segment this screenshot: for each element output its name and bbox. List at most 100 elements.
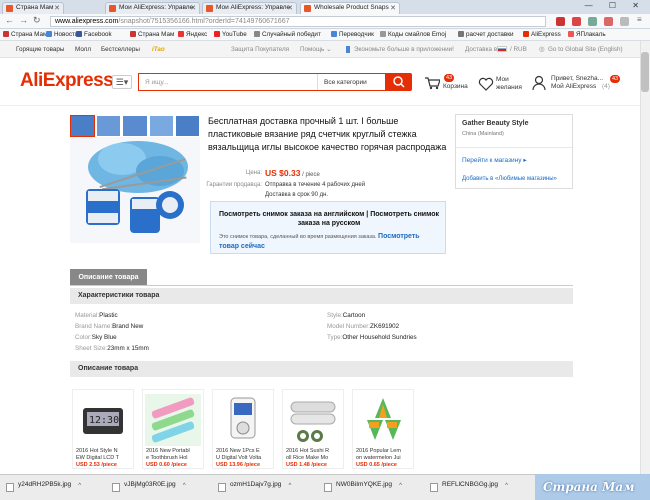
youtube-icon	[214, 31, 220, 37]
forward-arrow-icon[interactable]: →	[19, 15, 28, 25]
bookmark-item[interactable]: Переводчик	[331, 31, 374, 38]
window-controls[interactable]: — ☐ ✕	[585, 1, 646, 10]
go-to-store-link[interactable]: Перейти к магазину ▸	[462, 156, 527, 164]
nav-global-site[interactable]: Go to Global Site (English)	[548, 46, 623, 53]
chevron-up-icon[interactable]: ^	[399, 483, 402, 489]
guarantee-line-1: Отправка в течение 4 рабочих дней	[265, 182, 366, 188]
bookmark-icon	[130, 31, 136, 37]
aliexpress-logo[interactable]: AliExpress	[20, 70, 114, 92]
nav-delivery[interactable]: Доставка в	[465, 46, 497, 53]
aliexpress-favicon-icon	[206, 5, 213, 12]
chevron-up-icon[interactable]: ^	[505, 483, 508, 489]
bookmark-item[interactable]: Яндекс	[178, 31, 207, 38]
related-product-card[interactable]: 2016 Popular Lem on watermelon Jui USD 0.6…	[352, 389, 414, 469]
tab-description[interactable]: Описание товара	[70, 269, 147, 286]
chevron-up-icon[interactable]: ^	[78, 483, 81, 489]
category-menu-button[interactable]: ☰▾	[112, 75, 132, 89]
browser-tab-active[interactable]: Wholesale Product Snaps ✕	[300, 2, 400, 14]
heart-icon	[478, 77, 494, 91]
download-item[interactable]: y24dRH2PB5k.jpg ^	[6, 481, 81, 495]
nav-hot-items[interactable]: Горящие товары	[16, 46, 64, 53]
image-file-icon	[6, 483, 14, 492]
account-count: (4)	[602, 83, 610, 90]
attr-color: Color:Sky Blue	[75, 334, 117, 341]
nav-app[interactable]: Экономьте больше в приложении!	[354, 46, 454, 53]
bookmark-item[interactable]: AliExpress	[523, 31, 561, 38]
bookmark-icon	[254, 31, 260, 37]
bookmark-item[interactable]: Facebook	[76, 31, 112, 38]
snapshot-notice: Посмотреть снимок заказа на английском |…	[210, 201, 446, 254]
user-icon	[532, 75, 546, 91]
back-arrow-icon[interactable]: ←	[5, 15, 14, 25]
thumbnail[interactable]	[96, 115, 122, 137]
product-thumbnail-power-meter	[230, 397, 256, 439]
bookmark-item[interactable]: Случайный победит	[254, 31, 321, 38]
download-item[interactable]: vJBjMg03R0E.jpg ^	[112, 481, 186, 495]
chevron-up-icon[interactable]: ^	[183, 483, 186, 489]
price-row: US $0.33 / piece	[265, 168, 320, 178]
bookmark-item[interactable]: ЯПлакаль	[568, 31, 606, 38]
related-product-card[interactable]: 2016 Hot Sushi Roll Rice Make Mo USD 1.48…	[282, 389, 344, 469]
store-name[interactable]: Gather Beauty Style	[462, 120, 529, 127]
description-section-title: Описание товара	[70, 361, 573, 377]
reload-icon[interactable]: ↻	[33, 15, 41, 26]
svg-text:12:30: 12:30	[89, 415, 119, 426]
nav-mall[interactable]: Молл	[75, 46, 91, 53]
related-product-card[interactable]: 2016 New 1Pcs EU Digital Volt Volta USD 1…	[212, 389, 274, 469]
attr-size: Sheet Size:23mm x 15mm	[75, 345, 149, 352]
nav-itao[interactable]: iTao	[152, 46, 165, 53]
bookmark-item[interactable]: Страна Мам	[130, 31, 174, 38]
chevron-up-icon[interactable]: ^	[288, 483, 291, 489]
thumbnail[interactable]	[122, 115, 148, 137]
site-header: AliExpress ☰▾ Я ищу... Все категории 43 …	[0, 58, 640, 106]
download-item[interactable]: ozmH1Dajv7g.jpg ^	[218, 481, 291, 495]
browser-menu-icon[interactable]: ≡	[637, 15, 642, 24]
bookmark-icon	[3, 31, 9, 37]
download-item[interactable]: REFLlCNBGGg.jpg ^	[430, 481, 508, 495]
extension-icon[interactable]	[604, 17, 613, 26]
snapshot-language-links[interactable]: Посмотреть снимок заказа на английском |…	[211, 210, 447, 228]
aliexpress-favicon-icon	[523, 31, 529, 37]
guarantee-label: Гарантии продавца:	[206, 182, 262, 188]
site-top-nav: Горящие товары Молл Бестселлеры iTao Защ…	[0, 41, 640, 58]
snapshot-note: Это снимок товара, сделанный во время ра…	[219, 233, 420, 250]
thumbnail[interactable]	[174, 115, 201, 137]
related-product-card[interactable]: 2016 New Portabl e Toothbrush Hol USD 0.60…	[142, 389, 204, 469]
bookmarks-bar: Страна Мам Новости Facebook Страна Мам Я…	[0, 29, 650, 41]
extension-icon[interactable]	[620, 17, 629, 26]
adblock-icon[interactable]	[572, 17, 581, 26]
search-button[interactable]	[386, 73, 412, 91]
nav-help[interactable]: Помощь ⌄	[300, 46, 331, 53]
related-product-card[interactable]: 12:30 2016 Hot Style N EW Digital LCD T US…	[72, 389, 134, 469]
site-favicon-icon	[6, 5, 13, 12]
browser-tab[interactable]: Мои AliExpress: Управле ✕	[202, 2, 297, 14]
add-favorite-store-link[interactable]: Добавить в «Любимые магазины»	[462, 176, 557, 182]
download-item[interactable]: NW0BiImYQKE.jpg ^	[324, 481, 402, 495]
image-file-icon	[430, 483, 438, 492]
category-select[interactable]: Все категории	[317, 74, 387, 90]
bookmark-item[interactable]: Коды смайлов Emoj	[380, 31, 446, 38]
nav-currency[interactable]: / RUB	[510, 46, 527, 53]
browser-tab[interactable]: Страна Мам ✕	[2, 2, 64, 14]
bookmark-item[interactable]: Новости	[46, 31, 78, 38]
bookmark-item[interactable]: расчет доставки	[458, 31, 514, 38]
nav-buyer-protection[interactable]: Защита Покупателя	[231, 46, 289, 53]
thumbnail[interactable]	[148, 115, 174, 137]
image-file-icon	[112, 483, 120, 492]
search-input[interactable]: Я ищу... Все категории	[138, 73, 386, 91]
close-tab-icon[interactable]: ✕	[287, 4, 293, 12]
close-tab-icon[interactable]: ✕	[390, 4, 396, 12]
extension-icon[interactable]	[588, 17, 597, 26]
nav-bestsellers[interactable]: Бестселлеры	[101, 46, 140, 53]
browser-tab[interactable]: Мои AliExpress: Управле ✕	[105, 2, 200, 14]
page-scrollbar[interactable]	[640, 41, 650, 474]
bookmark-item[interactable]: YouTube	[214, 31, 247, 38]
url-input[interactable]: www.aliexpress.com/snapshot/7515356166.h…	[50, 16, 546, 27]
close-tab-icon[interactable]: ✕	[190, 4, 196, 12]
bookmark-item[interactable]: Страна Мам	[3, 31, 47, 38]
extension-icon[interactable]	[556, 17, 565, 26]
thumbnail[interactable]	[70, 115, 96, 137]
scrollbar-thumb[interactable]	[641, 52, 649, 92]
close-tab-icon[interactable]: ✕	[54, 4, 60, 12]
guarantee-line-2: Доставка в срок 90 дн.	[265, 192, 329, 198]
